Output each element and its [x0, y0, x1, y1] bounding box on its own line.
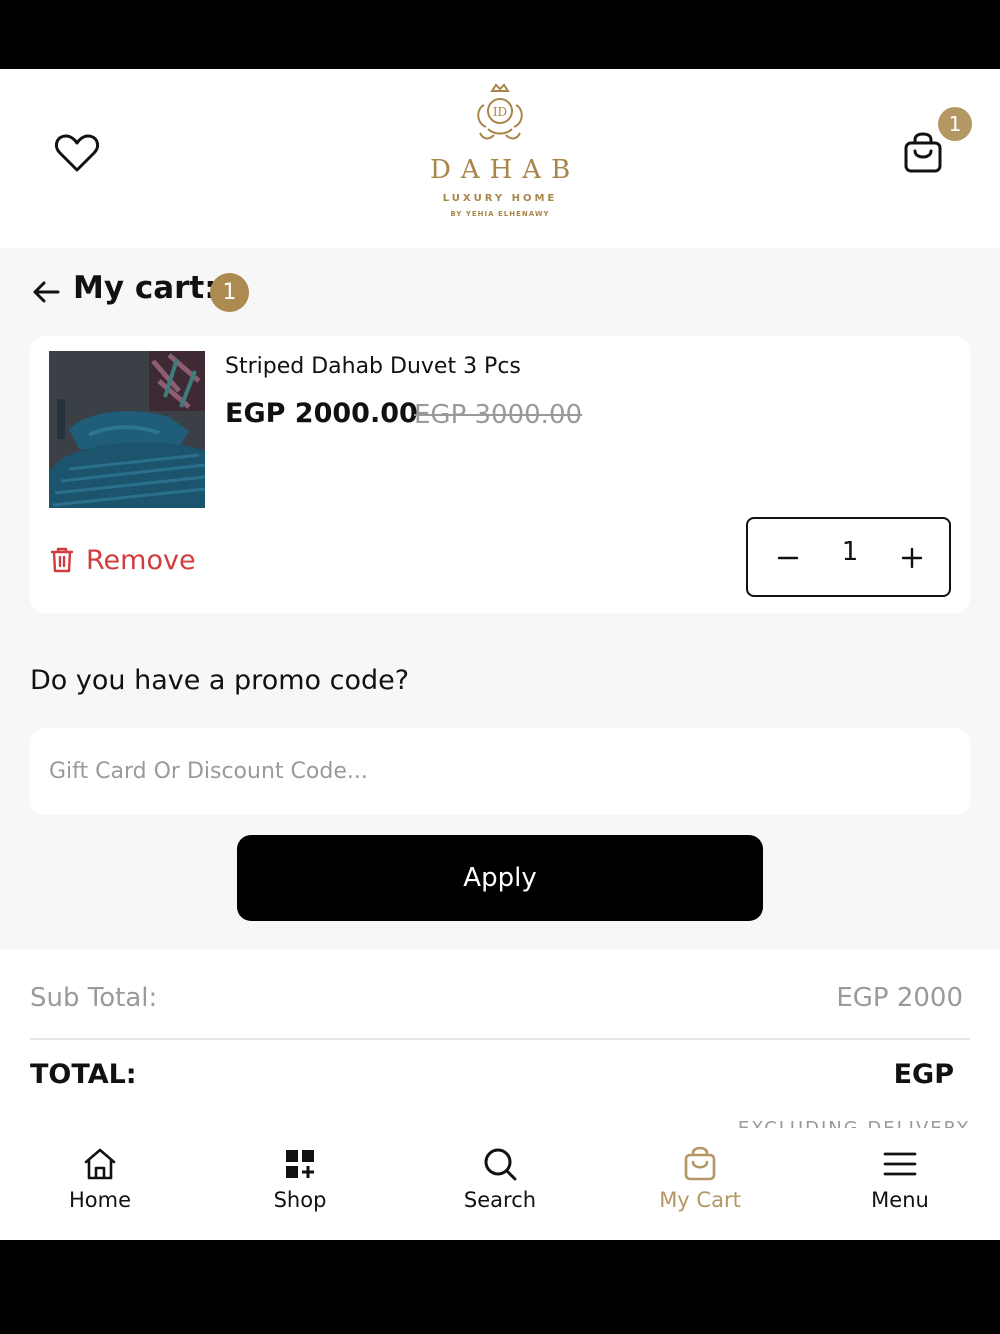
quantity-stepper: 1 — [746, 517, 951, 597]
trash-icon — [50, 547, 74, 573]
site-header: ID DAHAB LUXURY HOME BY YEHIA ELHENAWY 1 — [0, 69, 1000, 248]
nav-shop[interactable]: Shop — [200, 1146, 400, 1212]
nav-menu[interactable]: Menu — [800, 1146, 1000, 1212]
nav-home-label: Home — [68, 1188, 131, 1212]
remove-item-button[interactable]: Remove — [50, 542, 196, 578]
product-original-price: EGP 3000.00 — [414, 400, 583, 430]
nav-menu-label: Menu — [871, 1188, 929, 1212]
svg-text:ID: ID — [493, 105, 507, 119]
home-indicator-bar — [0, 1240, 1000, 1334]
product-price: EGP 2000.00 — [225, 398, 418, 429]
shopping-bag-icon — [904, 132, 942, 173]
bottom-navigation: Home Shop Search My Cart Menu — [0, 1128, 1000, 1240]
shopping-bag-icon — [684, 1146, 716, 1181]
back-button[interactable] — [30, 278, 62, 306]
brand-byline: BY YEHIA ELHENAWY — [450, 210, 550, 218]
duvet-photo-illustration — [49, 351, 205, 508]
cart-item-card: Striped Dahab Duvet 3 Pcs EGP 2000.00 EG… — [30, 336, 970, 613]
totals-divider — [30, 1038, 970, 1040]
grid-plus-icon — [286, 1150, 314, 1178]
home-icon — [84, 1148, 116, 1180]
subtotal-value: EGP 2000 — [836, 983, 963, 1013]
delivery-note: EXCLUDING DELIVERY — [738, 1118, 970, 1128]
hamburger-icon — [883, 1152, 917, 1176]
header-cart-button[interactable] — [900, 131, 946, 177]
brand-logo[interactable]: ID DAHAB LUXURY HOME BY YEHIA ELHENAWY — [420, 83, 580, 233]
cart-count-badge: 1 — [938, 107, 972, 141]
heart-icon — [54, 134, 100, 172]
promo-question: Do you have a promo code? — [30, 665, 410, 696]
nav-my-cart-label: My Cart — [659, 1188, 741, 1212]
nav-shop-label: Shop — [273, 1188, 327, 1212]
nav-search-label: Search — [463, 1188, 537, 1212]
order-totals: Sub Total: EGP 2000 TOTAL: EGP EXCLUDING… — [0, 950, 1000, 1128]
cart-item-count-badge: 1 — [210, 273, 249, 312]
nav-search[interactable]: Search — [400, 1146, 600, 1212]
apply-button[interactable]: Apply — [237, 835, 763, 921]
arrow-left-icon — [33, 281, 60, 303]
product-name[interactable]: Striped Dahab Duvet 3 Pcs — [225, 354, 521, 379]
status-bar — [0, 0, 1000, 69]
remove-label: Remove — [86, 544, 196, 576]
wishlist-button[interactable] — [54, 133, 100, 173]
subtotal-label: Sub Total: — [30, 983, 158, 1013]
promo-code-input[interactable] — [30, 728, 970, 815]
decrease-quantity-button[interactable] — [776, 543, 800, 571]
nav-home[interactable]: Home — [0, 1146, 200, 1212]
quantity-value: 1 — [841, 537, 859, 567]
brand-subtitle: LUXURY HOME — [442, 193, 558, 204]
total-label: TOTAL: — [30, 1059, 137, 1090]
search-icon — [484, 1148, 517, 1181]
page-title: My cart: — [73, 270, 217, 306]
total-value: EGP — [893, 1059, 954, 1090]
crest-emblem-icon: ID — [477, 83, 523, 140]
brand-name: DAHAB — [430, 155, 581, 185]
plus-icon — [901, 547, 923, 569]
product-image[interactable] — [49, 351, 205, 508]
minus-icon — [777, 556, 799, 560]
cart-page: My cart: 1 Striped Dahab Duvet 3 Pcs EGP… — [0, 248, 1000, 950]
nav-my-cart[interactable]: My Cart — [600, 1146, 800, 1212]
increase-quantity-button[interactable] — [900, 543, 924, 571]
